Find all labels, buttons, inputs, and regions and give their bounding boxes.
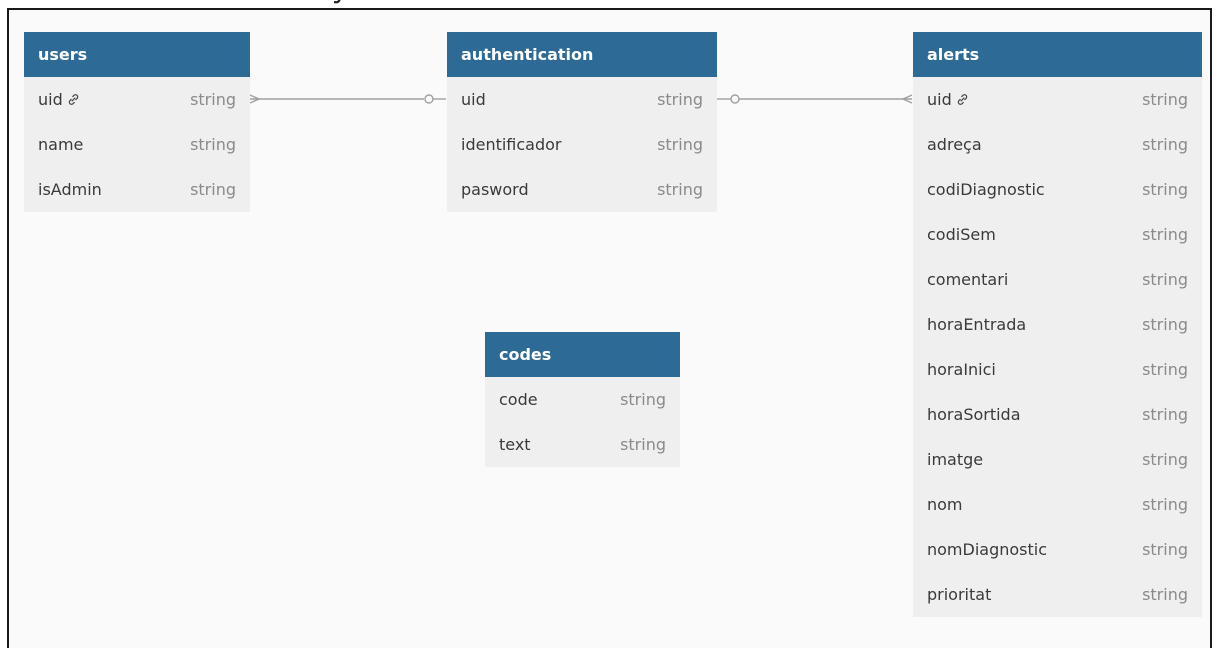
table-header[interactable]: users	[24, 32, 250, 77]
table-title: users	[38, 45, 88, 64]
field-name: comentari	[927, 270, 1008, 289]
field-name-text: horaEntrada	[927, 315, 1027, 334]
field-name: text	[499, 435, 531, 454]
field-name-text: uid	[461, 90, 486, 109]
field-row-uid[interactable]: uid string	[24, 77, 250, 122]
link-icon	[68, 94, 78, 105]
field-row-adreça[interactable]: adreça string	[913, 122, 1202, 167]
table-users[interactable]: users uid string name string isAdmin string	[24, 32, 250, 212]
field-name: uid	[38, 90, 80, 109]
field-name-text: nomDiagnostic	[927, 540, 1048, 559]
field-name: horaSortida	[927, 405, 1021, 424]
field-name-text: uid	[927, 90, 952, 109]
field-name: nom	[927, 495, 963, 514]
field-row-nomDiagnostic[interactable]: nomDiagnostic string	[913, 527, 1202, 572]
field-row-horaSortida[interactable]: horaSortida string	[913, 392, 1202, 437]
field-name: horaEntrada	[927, 315, 1026, 334]
field-type: string	[1142, 270, 1188, 289]
field-name-text: uid	[38, 90, 63, 109]
field-name-text: adreça	[927, 135, 982, 154]
field-name-text: horaSortida	[927, 405, 1021, 424]
field-type: string	[657, 90, 703, 109]
field-name-text: codiSem	[927, 225, 996, 244]
field-name: identificador	[461, 135, 562, 154]
field-name-text: name	[38, 135, 84, 154]
field-row-codiSem[interactable]: codiSem string	[913, 212, 1202, 257]
field-row-pasword[interactable]: pasword string	[447, 167, 717, 212]
field-name: code	[499, 390, 538, 409]
field-name: uid	[927, 90, 969, 109]
field-row-horaEntrada[interactable]: horaEntrada string	[913, 302, 1202, 347]
field-name-text: comentari	[927, 270, 1009, 289]
field-type: string	[1142, 90, 1188, 109]
link-icon	[957, 94, 967, 105]
field-type: string	[1142, 585, 1188, 604]
field-name: isAdmin	[38, 180, 102, 199]
field-type: string	[1142, 495, 1188, 514]
table-codes[interactable]: codes code string text string	[485, 332, 680, 467]
table-header[interactable]: alerts	[913, 32, 1202, 77]
field-row-nom[interactable]: nom string	[913, 482, 1202, 527]
field-name: imatge	[927, 450, 983, 469]
field-name: prioritat	[927, 585, 991, 604]
field-name: uid	[461, 90, 486, 109]
field-row-comentari[interactable]: comentari string	[913, 257, 1202, 302]
field-row-horaInici[interactable]: horaInici string	[913, 347, 1202, 392]
field-name-text: imatge	[927, 450, 984, 469]
field-name-text: horaInici	[927, 360, 996, 379]
field-name-text: identificador	[461, 135, 562, 154]
field-type: string	[657, 135, 703, 154]
field-row-uid[interactable]: uid string	[913, 77, 1202, 122]
table-title: authentication	[461, 45, 594, 64]
field-name: codiDiagnostic	[927, 180, 1045, 199]
field-name: pasword	[461, 180, 529, 199]
field-row-imatge[interactable]: imatge string	[913, 437, 1202, 482]
field-row-uid[interactable]: uid string	[447, 77, 717, 122]
field-type: string	[1142, 450, 1188, 469]
field-row-codiDiagnostic[interactable]: codiDiagnostic string	[913, 167, 1202, 212]
field-type: string	[190, 135, 236, 154]
field-name: name	[38, 135, 83, 154]
field-row-name[interactable]: name string	[24, 122, 250, 167]
field-name-text: code	[499, 390, 538, 409]
field-type: string	[1142, 405, 1188, 424]
field-type: string	[190, 90, 236, 109]
field-type: string	[657, 180, 703, 199]
table-header[interactable]: authentication	[447, 32, 717, 77]
table-alerts[interactable]: alerts uid string adreça string codiDiagnosti…	[913, 32, 1202, 617]
field-name-text: nom	[927, 495, 963, 514]
field-type: string	[1142, 225, 1188, 244]
table-title: alerts	[927, 45, 980, 64]
field-name-text: text	[499, 435, 531, 454]
field-type: string	[1142, 360, 1188, 379]
field-type: string	[1142, 315, 1188, 334]
field-type: string	[620, 435, 666, 454]
table-header[interactable]: codes	[485, 332, 680, 377]
field-type: string	[620, 390, 666, 409]
field-row-prioritat[interactable]: prioritat string	[913, 572, 1202, 617]
field-row-isAdmin[interactable]: isAdmin string	[24, 167, 250, 212]
field-type: string	[1142, 180, 1188, 199]
field-name: adreça	[927, 135, 982, 154]
field-name: nomDiagnostic	[927, 540, 1047, 559]
table-title: codes	[499, 345, 552, 364]
field-row-identificador[interactable]: identificador string	[447, 122, 717, 167]
table-authentication[interactable]: authentication uid string identificador stri…	[447, 32, 717, 212]
field-name: horaInici	[927, 360, 996, 379]
field-type: string	[1142, 135, 1188, 154]
field-type: string	[190, 180, 236, 199]
field-name: codiSem	[927, 225, 996, 244]
field-row-code[interactable]: code string	[485, 377, 680, 422]
field-row-text[interactable]: text string	[485, 422, 680, 467]
field-name-text: pasword	[461, 180, 529, 199]
field-name-text: prioritat	[927, 585, 992, 604]
field-name-text: codiDiagnostic	[927, 180, 1045, 199]
field-type: string	[1142, 540, 1188, 559]
field-name-text: isAdmin	[38, 180, 102, 199]
